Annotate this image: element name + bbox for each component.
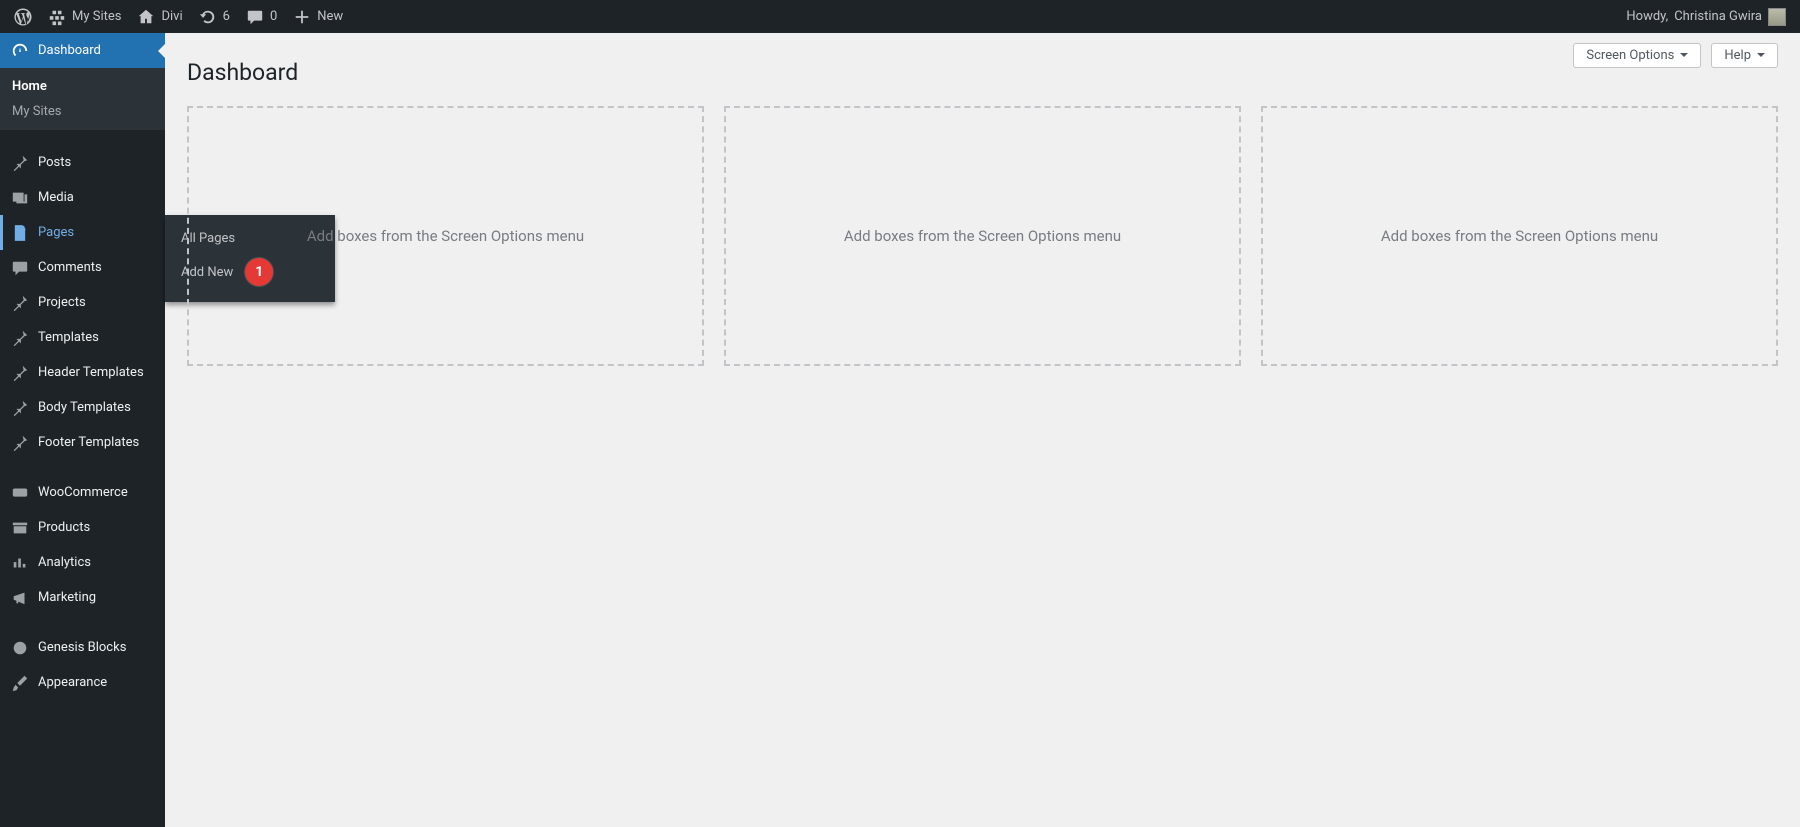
sidebar-item-analytics-label: Analytics [38, 555, 91, 570]
empty-box-hint: Add boxes from the Screen Options menu [844, 227, 1121, 245]
sidebar-item-analytics[interactable]: Analytics [0, 545, 165, 580]
bar-chart-icon [10, 553, 30, 573]
network-sites-icon [48, 8, 66, 26]
sidebar-item-marketing[interactable]: Marketing [0, 580, 165, 615]
avatar-icon [1768, 8, 1786, 26]
sidebar-item-header-templates-label: Header Templates [38, 365, 144, 380]
sidebar-item-posts[interactable]: Posts [0, 145, 165, 180]
gauge-icon [10, 41, 30, 61]
genesis-icon [10, 638, 30, 658]
pin-icon [10, 153, 30, 173]
adminbar-updates[interactable]: 6 [191, 0, 238, 33]
sidebar-item-pages[interactable]: Pages All Pages Add New 1 [0, 215, 165, 250]
adminbar-updates-count: 6 [223, 9, 230, 24]
help-button[interactable]: Help [1711, 43, 1778, 68]
dashboard-widget-col-2[interactable]: Add boxes from the Screen Options menu [724, 106, 1241, 366]
adminbar-howdy-prefix: Howdy, [1626, 9, 1668, 24]
adminbar-my-sites[interactable]: My Sites [40, 0, 129, 33]
sidebar-item-genesis-label: Genesis Blocks [38, 640, 126, 655]
sidebar-subitem-my-sites[interactable]: My Sites [0, 99, 165, 124]
help-label: Help [1724, 48, 1751, 63]
sidebar-item-body-templates-label: Body Templates [38, 400, 131, 415]
adminbar-new-label: New [317, 9, 343, 24]
wordpress-logo-icon [14, 8, 32, 26]
sidebar-dashboard-submenu: Home My Sites [0, 68, 165, 130]
sidebar-item-projects-label: Projects [38, 295, 86, 310]
sidebar-subitem-home[interactable]: Home [0, 74, 165, 99]
main-content: Screen Options Help Dashboard Add boxes … [165, 33, 1800, 827]
sidebar-item-footer-templates-label: Footer Templates [38, 435, 139, 450]
woocommerce-icon [10, 483, 30, 503]
comment-icon [10, 258, 30, 278]
sidebar-item-templates[interactable]: Templates [0, 320, 165, 355]
sidebar-item-posts-label: Posts [38, 155, 71, 170]
media-icon [10, 188, 30, 208]
screen-options-button[interactable]: Screen Options [1573, 43, 1701, 68]
sidebar-item-footer-templates[interactable]: Footer Templates [0, 425, 165, 460]
sidebar-item-dashboard[interactable]: Dashboard [0, 33, 165, 68]
sidebar-item-pages-label: Pages [38, 225, 74, 240]
page-title: Dashboard [187, 59, 1778, 86]
adminbar-comments[interactable]: 0 [238, 0, 285, 33]
screen-options-label: Screen Options [1586, 48, 1674, 63]
megaphone-icon [10, 588, 30, 608]
adminbar-wp-logo[interactable] [6, 0, 40, 33]
empty-box-hint: Add boxes from the Screen Options menu [1381, 227, 1658, 245]
sidebar-item-products-label: Products [38, 520, 90, 535]
sidebar-item-products[interactable]: Products [0, 510, 165, 545]
screen-meta-links: Screen Options Help [1573, 43, 1778, 68]
sidebar-item-comments[interactable]: Comments [0, 250, 165, 285]
pin-icon [10, 363, 30, 383]
plus-icon [293, 8, 311, 26]
sidebar-item-comments-label: Comments [38, 260, 102, 275]
adminbar-my-sites-label: My Sites [72, 9, 121, 24]
dashboard-widget-row: Add boxes from the Screen Options menu A… [187, 106, 1778, 366]
admin-bar: My Sites Divi 6 0 New Howdy, Christina G… [0, 0, 1800, 33]
sidebar-item-templates-label: Templates [38, 330, 99, 345]
sidebar-item-genesis-blocks[interactable]: Genesis Blocks [0, 630, 165, 665]
sidebar-item-appearance[interactable]: Appearance [0, 665, 165, 700]
pin-icon [10, 293, 30, 313]
pin-icon [10, 398, 30, 418]
sidebar-item-woocommerce[interactable]: WooCommerce [0, 475, 165, 510]
sidebar-item-body-templates[interactable]: Body Templates [0, 390, 165, 425]
sidebar-item-marketing-label: Marketing [38, 590, 96, 605]
home-icon [137, 8, 155, 26]
sidebar-item-woocommerce-label: WooCommerce [38, 485, 128, 500]
pin-icon [10, 433, 30, 453]
adminbar-site-name-label: Divi [161, 9, 182, 24]
sidebar-item-dashboard-label: Dashboard [38, 43, 101, 58]
dashboard-widget-col-1[interactable]: Add boxes from the Screen Options menu [187, 106, 704, 366]
sidebar-item-media-label: Media [38, 190, 74, 205]
pin-icon [10, 328, 30, 348]
adminbar-user-menu[interactable]: Howdy, Christina Gwira [1618, 0, 1794, 33]
brush-icon [10, 673, 30, 693]
adminbar-new[interactable]: New [285, 0, 351, 33]
chevron-down-icon [1680, 53, 1688, 61]
page-icon [10, 223, 30, 243]
admin-sidebar: Dashboard Home My Sites Posts Media Page… [0, 33, 165, 827]
dashboard-widget-col-3[interactable]: Add boxes from the Screen Options menu [1261, 106, 1778, 366]
sidebar-item-appearance-label: Appearance [38, 675, 107, 690]
sidebar-item-header-templates[interactable]: Header Templates [0, 355, 165, 390]
chevron-down-icon [1757, 53, 1765, 61]
empty-box-hint: Add boxes from the Screen Options menu [307, 227, 584, 245]
sidebar-item-media[interactable]: Media [0, 180, 165, 215]
archive-icon [10, 518, 30, 538]
comments-icon [246, 8, 264, 26]
refresh-icon [199, 8, 217, 26]
adminbar-site-name[interactable]: Divi [129, 0, 190, 33]
sidebar-item-projects[interactable]: Projects [0, 285, 165, 320]
adminbar-comments-count: 0 [270, 9, 277, 24]
adminbar-user-name: Christina Gwira [1674, 9, 1762, 24]
